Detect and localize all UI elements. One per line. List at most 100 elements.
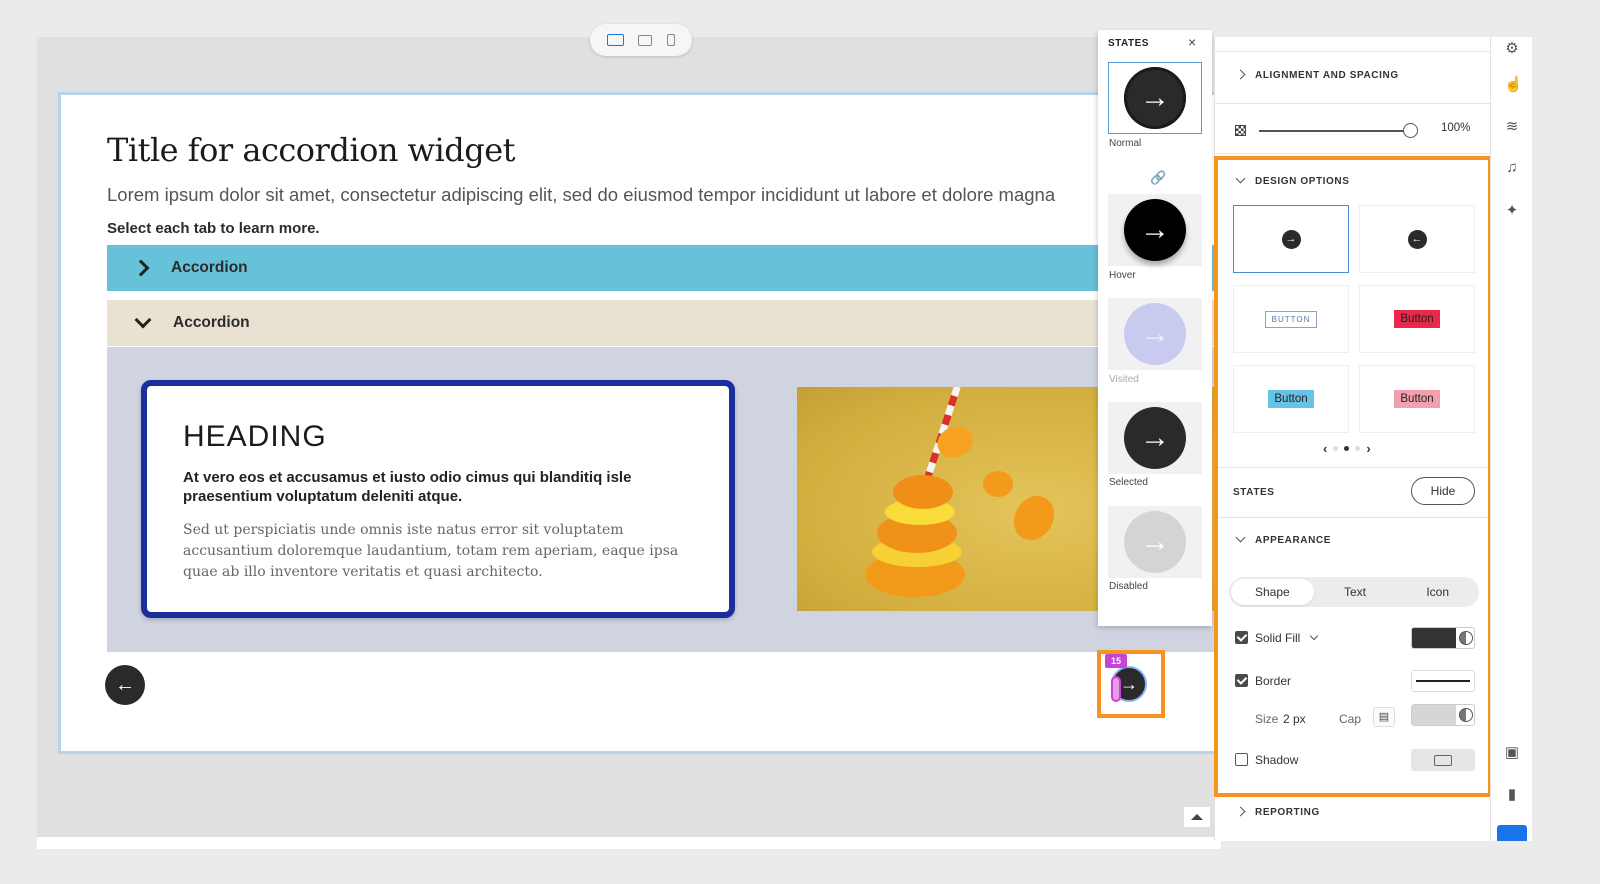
prev-button[interactable]: ←	[105, 665, 145, 705]
border-color-swatch[interactable]	[1411, 704, 1475, 726]
divider	[1215, 153, 1491, 154]
color-picker-icon[interactable]	[1459, 708, 1473, 722]
close-icon[interactable]: ×	[1188, 34, 1196, 50]
animation-icon[interactable]: ≋	[1504, 117, 1520, 135]
accordion-label: Accordion	[171, 259, 248, 276]
solid-fill-label: Solid Fill	[1255, 631, 1301, 645]
design-option-5[interactable]: Button	[1233, 365, 1349, 433]
fill-color	[1412, 628, 1456, 648]
opacity-value[interactable]: 100%	[1441, 122, 1470, 134]
hide-button[interactable]: Hide	[1411, 477, 1475, 505]
chevron-left-icon[interactable]: ‹	[1323, 441, 1327, 456]
opacity-slider-track[interactable]	[1259, 130, 1409, 132]
border-style-select[interactable]	[1411, 670, 1475, 692]
opacity-icon	[1235, 125, 1246, 136]
opacity-slider-thumb[interactable]	[1403, 123, 1418, 138]
orange-wedge	[1006, 488, 1062, 548]
arrow-right-icon: →	[1124, 511, 1186, 573]
color-picker-icon[interactable]	[1459, 631, 1473, 645]
tab-icon[interactable]: Icon	[1396, 579, 1479, 605]
design-option-button-text: BUTTON	[1264, 310, 1318, 328]
state-label: Visited	[1109, 374, 1139, 385]
design-option-6[interactable]: Button	[1359, 365, 1475, 433]
tablet-icon[interactable]	[638, 34, 653, 46]
sliders-icon[interactable]: ⚙	[1504, 39, 1520, 57]
chevron-down-icon[interactable]	[1235, 532, 1246, 543]
slide-title[interactable]: Title for accordion widget	[107, 131, 516, 169]
link-icon[interactable]: 🔗	[1150, 170, 1166, 186]
solid-fill-swatch[interactable]	[1411, 627, 1475, 649]
size-value[interactable]: 2 px	[1283, 712, 1306, 726]
state-label: Selected	[1109, 477, 1148, 488]
chevron-right-icon[interactable]	[1235, 69, 1246, 80]
appearance-title[interactable]: APPEARANCE	[1255, 535, 1331, 546]
accessibility-icon[interactable]: ✦	[1504, 201, 1520, 219]
shadow-style-select[interactable]	[1411, 749, 1475, 771]
active-rail-tab[interactable]	[1497, 825, 1527, 841]
design-option-button-text: Button	[1394, 310, 1440, 328]
size-label: Size	[1255, 712, 1279, 726]
design-option-2[interactable]: ←	[1359, 205, 1475, 273]
shadow-checkbox[interactable]	[1235, 753, 1248, 766]
object-badge: 15	[1105, 654, 1127, 668]
slide-subtitle[interactable]: Lorem ipsum dolor sit amet, consectetur …	[107, 184, 1055, 206]
panel-icon[interactable]: ▣	[1504, 743, 1520, 761]
state-label: Disabled	[1109, 581, 1148, 592]
desktop-icon[interactable]	[607, 34, 625, 46]
state-thumb-visited[interactable]: →	[1108, 298, 1202, 370]
tab-text[interactable]: Text	[1314, 579, 1397, 605]
design-options-title[interactable]: DESIGN OPTIONS	[1255, 176, 1350, 187]
divider	[1215, 517, 1491, 518]
state-thumb-normal[interactable]: →	[1108, 62, 1202, 134]
arrow-left-icon: ←	[1407, 229, 1427, 249]
document-icon[interactable]: ▮	[1504, 785, 1520, 803]
design-option-3[interactable]: BUTTON	[1233, 285, 1349, 353]
pager-dot[interactable]	[1355, 446, 1361, 451]
accordion-header-2[interactable]: Accordion	[107, 300, 1220, 346]
phone-icon[interactable]	[666, 34, 675, 46]
states-section-title: STATES	[1233, 487, 1275, 498]
solid-fill-checkbox[interactable]	[1235, 631, 1248, 644]
design-option-4[interactable]: Button	[1359, 285, 1475, 353]
state-thumb-selected[interactable]: →	[1108, 402, 1202, 474]
accordion-label: Accordion	[173, 314, 250, 331]
chevron-down-icon[interactable]	[1309, 631, 1319, 641]
accordion-panel: HEADING At vero eos et accusamus et iust…	[107, 347, 1220, 652]
card-body-text: Sed ut perspiciatis unde omnis iste natu…	[183, 522, 679, 580]
divider	[1215, 467, 1491, 468]
pager-dot-active[interactable]	[1344, 446, 1350, 451]
slide-instruction[interactable]: Select each tab to learn more.	[107, 220, 320, 237]
design-option-1[interactable]: →	[1233, 205, 1349, 273]
object-handle[interactable]	[1111, 676, 1121, 702]
design-option-button-text: Button	[1394, 390, 1440, 408]
content-card[interactable]: HEADING At vero eos et accusamus et iust…	[141, 380, 735, 618]
cap-style-icon[interactable]: ▤	[1373, 707, 1395, 727]
arrow-right-icon: →	[1124, 303, 1186, 365]
border-label: Border	[1255, 674, 1292, 688]
shadow-preview-icon	[1434, 754, 1452, 766]
pager-dot[interactable]	[1333, 446, 1339, 451]
divider	[1215, 795, 1491, 796]
chevron-right-icon[interactable]: ›	[1366, 441, 1370, 456]
shadow-label: Shadow	[1255, 753, 1299, 767]
state-label: Normal	[1109, 138, 1142, 149]
alignment-section-title[interactable]: ALIGNMENT AND SPACING	[1255, 70, 1399, 81]
chevron-right-icon[interactable]	[1235, 806, 1246, 817]
chevron-down-icon[interactable]	[1235, 173, 1246, 184]
properties-panel: ALIGNMENT AND SPACING 100% DESIGN OPTION…	[1214, 37, 1491, 841]
state-thumb-disabled[interactable]: →	[1108, 506, 1202, 578]
scroll-up-button[interactable]	[1184, 807, 1210, 827]
slide: Title for accordion widget Lorem ipsum d…	[58, 92, 1223, 754]
border-checkbox[interactable]	[1235, 674, 1248, 687]
touch-icon[interactable]: ☝	[1504, 75, 1523, 93]
accordion-header-1[interactable]: Accordion	[107, 245, 1220, 291]
border-line-preview	[1416, 680, 1470, 682]
state-thumb-hover[interactable]: →	[1108, 194, 1202, 266]
arrow-right-icon: →	[1281, 229, 1301, 249]
states-panel-title: STATES	[1108, 38, 1149, 49]
tab-shape[interactable]: Shape	[1231, 579, 1314, 605]
state-label: Hover	[1109, 270, 1136, 281]
arrow-right-icon: →	[1124, 67, 1186, 129]
reporting-title[interactable]: REPORTING	[1255, 807, 1320, 818]
music-icon[interactable]: ♫	[1504, 159, 1520, 176]
